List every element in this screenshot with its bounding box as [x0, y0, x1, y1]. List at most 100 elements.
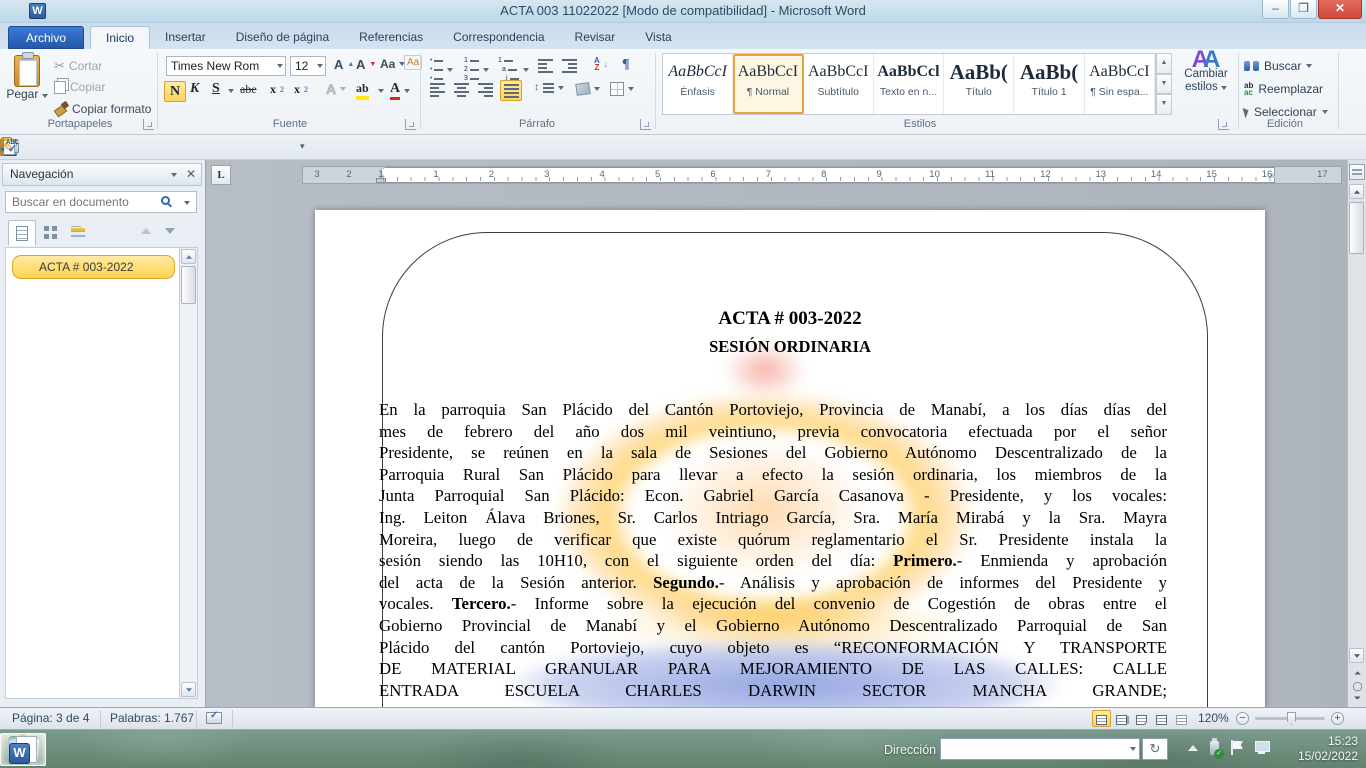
network-status-icon[interactable]	[1255, 741, 1270, 754]
italic-button[interactable]: K	[190, 81, 199, 97]
spellcheck-status-icon[interactable]	[206, 712, 222, 724]
address-input[interactable]	[945, 741, 1115, 757]
previous-page-icon[interactable]: ⏶	[1350, 668, 1365, 679]
minimize-button[interactable]: –	[1262, 0, 1289, 19]
highlight-color-button[interactable]: ab	[356, 81, 369, 100]
clipboard-dialog-launcher[interactable]	[143, 119, 154, 130]
align-left-button[interactable]	[430, 83, 445, 97]
gallery-more-icon[interactable]: ▼	[1156, 94, 1172, 115]
usb-safely-remove-icon[interactable]	[1210, 741, 1219, 755]
browse-results-tab[interactable]	[64, 220, 92, 246]
web-layout-view-button[interactable]	[1132, 710, 1151, 727]
nav-scroll-thumb[interactable]	[181, 266, 196, 304]
zoom-out-button[interactable]: −	[1236, 712, 1249, 725]
strikethrough-button[interactable]: abe	[240, 82, 257, 97]
copy-button[interactable]: Copiar	[54, 80, 105, 94]
next-page-icon[interactable]: ⏷	[1350, 693, 1365, 704]
shading-button[interactable]	[576, 83, 600, 95]
previous-heading-icon[interactable]	[141, 228, 151, 234]
draft-view-button[interactable]	[1172, 710, 1191, 727]
zoom-slider-thumb[interactable]	[1287, 712, 1296, 725]
highlight-dropdown[interactable]	[378, 89, 384, 93]
page-indicator[interactable]: Página: 3 de 4	[12, 711, 89, 725]
close-button[interactable]: ✕	[1318, 0, 1362, 19]
font-dialog-launcher[interactable]	[405, 119, 416, 130]
browse-headings-tab[interactable]	[8, 220, 36, 246]
paragraph-dialog-launcher[interactable]	[640, 119, 651, 130]
bullets-button[interactable]: •••	[430, 57, 453, 82]
gallery-down-icon[interactable]: ▼	[1156, 74, 1172, 95]
text-effects-button[interactable]: A	[326, 81, 346, 97]
align-right-button[interactable]	[478, 83, 493, 97]
search-icon[interactable]	[161, 196, 170, 205]
taskbar-clock[interactable]: 15:23 15/02/2022	[1298, 734, 1358, 764]
replace-button[interactable]: abacReemplazar	[1244, 82, 1323, 96]
ribbon-tab[interactable]: Diseño de página	[221, 26, 344, 49]
shrink-font-button[interactable]: A▼	[356, 57, 376, 72]
styles-dialog-launcher[interactable]	[1218, 119, 1229, 130]
outline-view-button[interactable]	[1152, 710, 1171, 727]
numbering-button[interactable]: 123	[464, 57, 489, 82]
action-center-flag-icon[interactable]	[1231, 740, 1243, 755]
select-button[interactable]: Seleccionar	[1244, 105, 1328, 119]
font-color-dropdown[interactable]	[404, 89, 410, 93]
style-item[interactable]: AaBbCcI ¶ Normal	[733, 54, 803, 114]
justify-button[interactable]	[500, 80, 522, 101]
ribbon-tab[interactable]: Inicio	[90, 26, 150, 49]
ribbon-tab[interactable]: Insertar	[150, 26, 221, 49]
search-options-icon[interactable]	[184, 201, 190, 205]
grow-font-button[interactable]: A▲	[334, 57, 354, 72]
line-spacing-button[interactable]: ↕	[534, 82, 564, 93]
style-item[interactable]: AaBbCcl Texto en n...	[874, 54, 944, 114]
word-icon[interactable]	[0, 733, 46, 766]
multilevel-list-button[interactable]: 1ai	[498, 57, 529, 82]
address-go-icon[interactable]: ↻	[1142, 738, 1168, 760]
spelling-icon[interactable]: ABC	[4, 139, 21, 156]
nav-close-icon[interactable]: ✕	[186, 164, 196, 185]
increase-indent-button[interactable]	[562, 59, 577, 73]
browse-pages-tab[interactable]	[36, 220, 64, 246]
document-page[interactable]: ACTA # 003-2022 SESIÓN ORDINARIA En la p…	[315, 210, 1265, 707]
borders-button[interactable]	[610, 82, 634, 96]
format-painter-button[interactable]: Copiar formato	[54, 102, 151, 116]
change-case-button[interactable]: Aa	[380, 57, 405, 71]
font-color-button[interactable]: A	[390, 81, 400, 100]
find-button[interactable]: Buscar	[1244, 59, 1312, 73]
zoom-in-button[interactable]: +	[1331, 712, 1344, 725]
print-layout-view-button[interactable]	[1092, 710, 1111, 727]
address-combo[interactable]	[940, 738, 1140, 760]
nav-options-icon[interactable]	[171, 173, 177, 177]
fullscreen-reading-view-button[interactable]	[1112, 710, 1131, 727]
ribbon-tab[interactable]: Vista	[630, 26, 686, 49]
gallery-up-icon[interactable]: ▲	[1156, 53, 1172, 74]
qat-overflow-icon[interactable]: ▾	[300, 141, 305, 152]
style-item[interactable]: AaBb( Título 1	[1014, 54, 1084, 114]
paste-button[interactable]: Pegar	[6, 53, 48, 127]
style-item[interactable]: AaBbCcI Subtítulo	[804, 54, 874, 114]
decrease-indent-button[interactable]	[538, 59, 553, 73]
bold-button[interactable]: N	[164, 81, 186, 102]
cut-button[interactable]: ✂Cortar	[54, 58, 102, 74]
subscript-button[interactable]: x2	[270, 82, 284, 97]
browse-object-icon[interactable]: ◯	[1350, 681, 1365, 692]
show-paragraph-marks-button[interactable]: ¶	[622, 57, 630, 73]
ribbon-tab[interactable]: Archivo	[8, 26, 84, 49]
underline-dropdown[interactable]	[228, 89, 234, 93]
search-input[interactable]	[12, 194, 152, 210]
underline-button[interactable]: S	[212, 81, 220, 97]
restore-button[interactable]: ❐	[1290, 0, 1317, 19]
nav-heading-item[interactable]: ACTA # 003-2022	[12, 255, 175, 279]
scroll-thumb[interactable]	[1349, 202, 1364, 254]
ribbon-tab[interactable]: Correspondencia	[438, 26, 559, 49]
zoom-slider[interactable]	[1255, 717, 1325, 720]
scroll-down-icon[interactable]	[1349, 648, 1364, 663]
next-heading-icon[interactable]	[165, 228, 175, 234]
document-scrollbar[interactable]: ⏶ ◯ ⏷	[1347, 160, 1366, 707]
ribbon-tab[interactable]: Revisar	[560, 26, 631, 49]
nav-scroll-down-icon[interactable]	[181, 682, 196, 697]
zoom-level[interactable]: 120%	[1198, 711, 1229, 725]
word-count[interactable]: Palabras: 1.767	[110, 711, 194, 725]
tab-stop-selector[interactable]: L	[211, 165, 231, 185]
ribbon-tab[interactable]: Referencias	[344, 26, 438, 49]
font-name-combo[interactable]: Times New Rom	[166, 56, 286, 76]
